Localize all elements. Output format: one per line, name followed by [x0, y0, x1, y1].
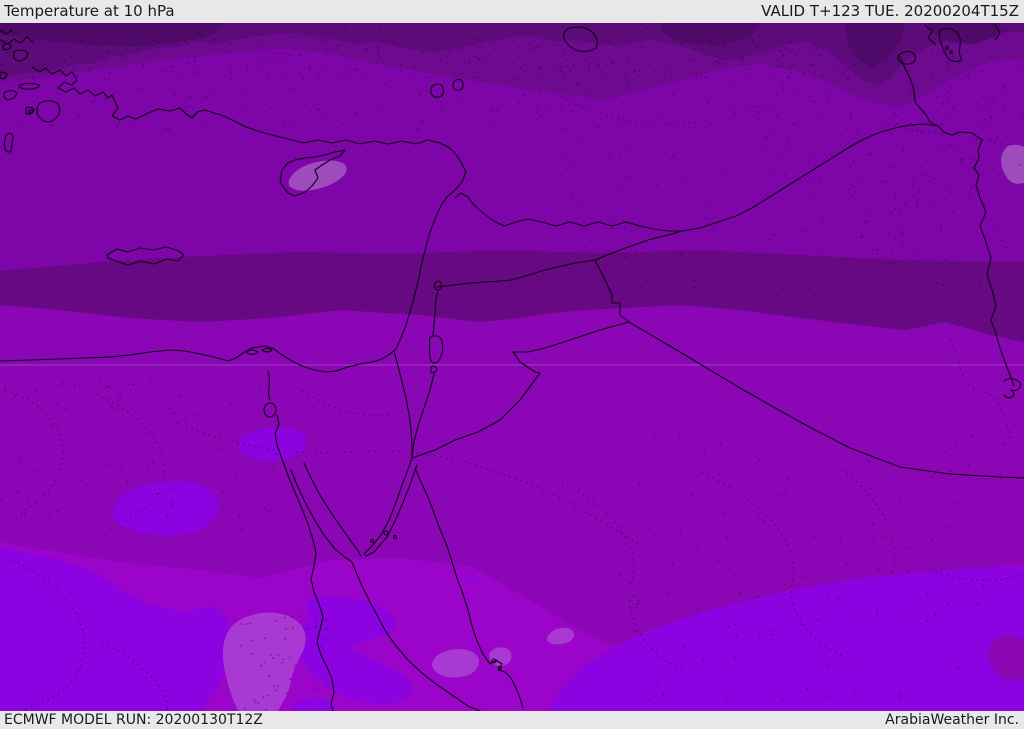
map-title: Temperature at 10 hPa [4, 2, 175, 20]
credit-label: ArabiaWeather Inc. [885, 712, 1019, 728]
footer-bar: ECMWF MODEL RUN: 20200130T12Z ArabiaWeat… [0, 711, 1024, 729]
model-run-label: ECMWF MODEL RUN: 20200130T12Z [4, 712, 263, 728]
valid-time-label: VALID T+123 TUE. 20200204T15Z [761, 2, 1019, 20]
header-bar: Temperature at 10 hPa VALID T+123 TUE. 2… [0, 0, 1024, 23]
temperature-map-canvas [0, 23, 1024, 713]
weather-map [0, 23, 1024, 713]
